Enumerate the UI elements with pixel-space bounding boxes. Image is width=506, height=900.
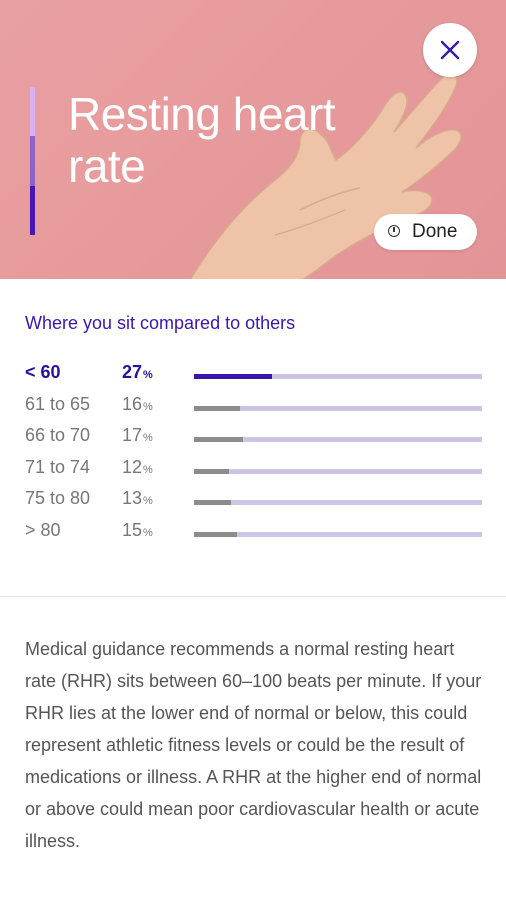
percent-bar-fill [194,531,238,537]
percent-number: 17 [122,425,143,445]
percent-bar-track [194,374,482,379]
percent-value: 16% [122,393,153,418]
accent-bar [30,87,35,235]
percent-number: 27 [122,362,143,382]
percent-bar-fill [194,468,229,474]
close-button[interactable] [423,23,477,77]
percent-bar-fill [194,500,232,505]
done-button[interactable]: Done [374,214,477,250]
distribution-row: 61 to 65 16% [25,391,485,423]
clock-icon [388,225,400,237]
percent-bar-track [194,468,482,474]
done-label: Done [412,221,458,242]
distribution-row: < 60 27% [25,359,485,391]
percent-bar-fill [194,405,241,411]
percent-bar-fill [194,374,272,379]
accent-segment [30,186,35,235]
distribution-row: > 80 15% [25,517,485,549]
percent-bar-track [194,405,482,411]
percent-bar-track [194,531,482,537]
description-text: Medical guidance recommends a normal res… [25,639,482,851]
percent-value: 17% [122,424,153,449]
range-label: < 60 [25,362,61,382]
percent-sign: % [143,463,153,476]
distribution-row: 75 to 80 13% [25,485,485,517]
accent-segment [30,87,35,136]
range-label: 66 to 70 [25,425,91,445]
distribution-row: 71 to 74 12% [25,454,485,486]
range-label: 75 to 80 [25,488,91,508]
range-label: > 80 [25,519,61,540]
percent-bar-track [194,437,482,442]
close-icon [440,40,460,60]
range-label: 61 to 65 [25,393,91,414]
percent-number: 13 [122,488,143,508]
percent-value: 13% [122,487,153,512]
page-title: Resting heart rate [68,88,336,192]
hero-header: Resting heart rate Done [0,0,506,279]
percent-sign: % [143,526,153,539]
percent-sign: % [143,369,153,381]
divider [0,596,506,597]
distribution-list: < 60 27% 61 to 65 16% 66 to 70 17% 71 to 74 12%… [25,359,485,548]
percent-sign: % [143,400,153,413]
range-label: 71 to 74 [25,456,91,477]
percent-number: 16 [122,393,143,414]
percent-value: 27% [122,361,153,386]
percent-number: 15 [122,519,143,540]
accent-segment [30,136,35,186]
percent-sign: % [143,432,153,444]
percent-number: 12 [122,456,143,477]
percent-bar-track [194,500,482,505]
distribution-row: 66 to 70 17% [25,422,485,454]
comparison-title: Where you sit compared to others [25,313,296,333]
percent-value: 15% [122,519,153,544]
percent-value: 12% [122,456,153,481]
percent-sign: % [143,495,153,507]
percent-bar-fill [194,437,243,442]
